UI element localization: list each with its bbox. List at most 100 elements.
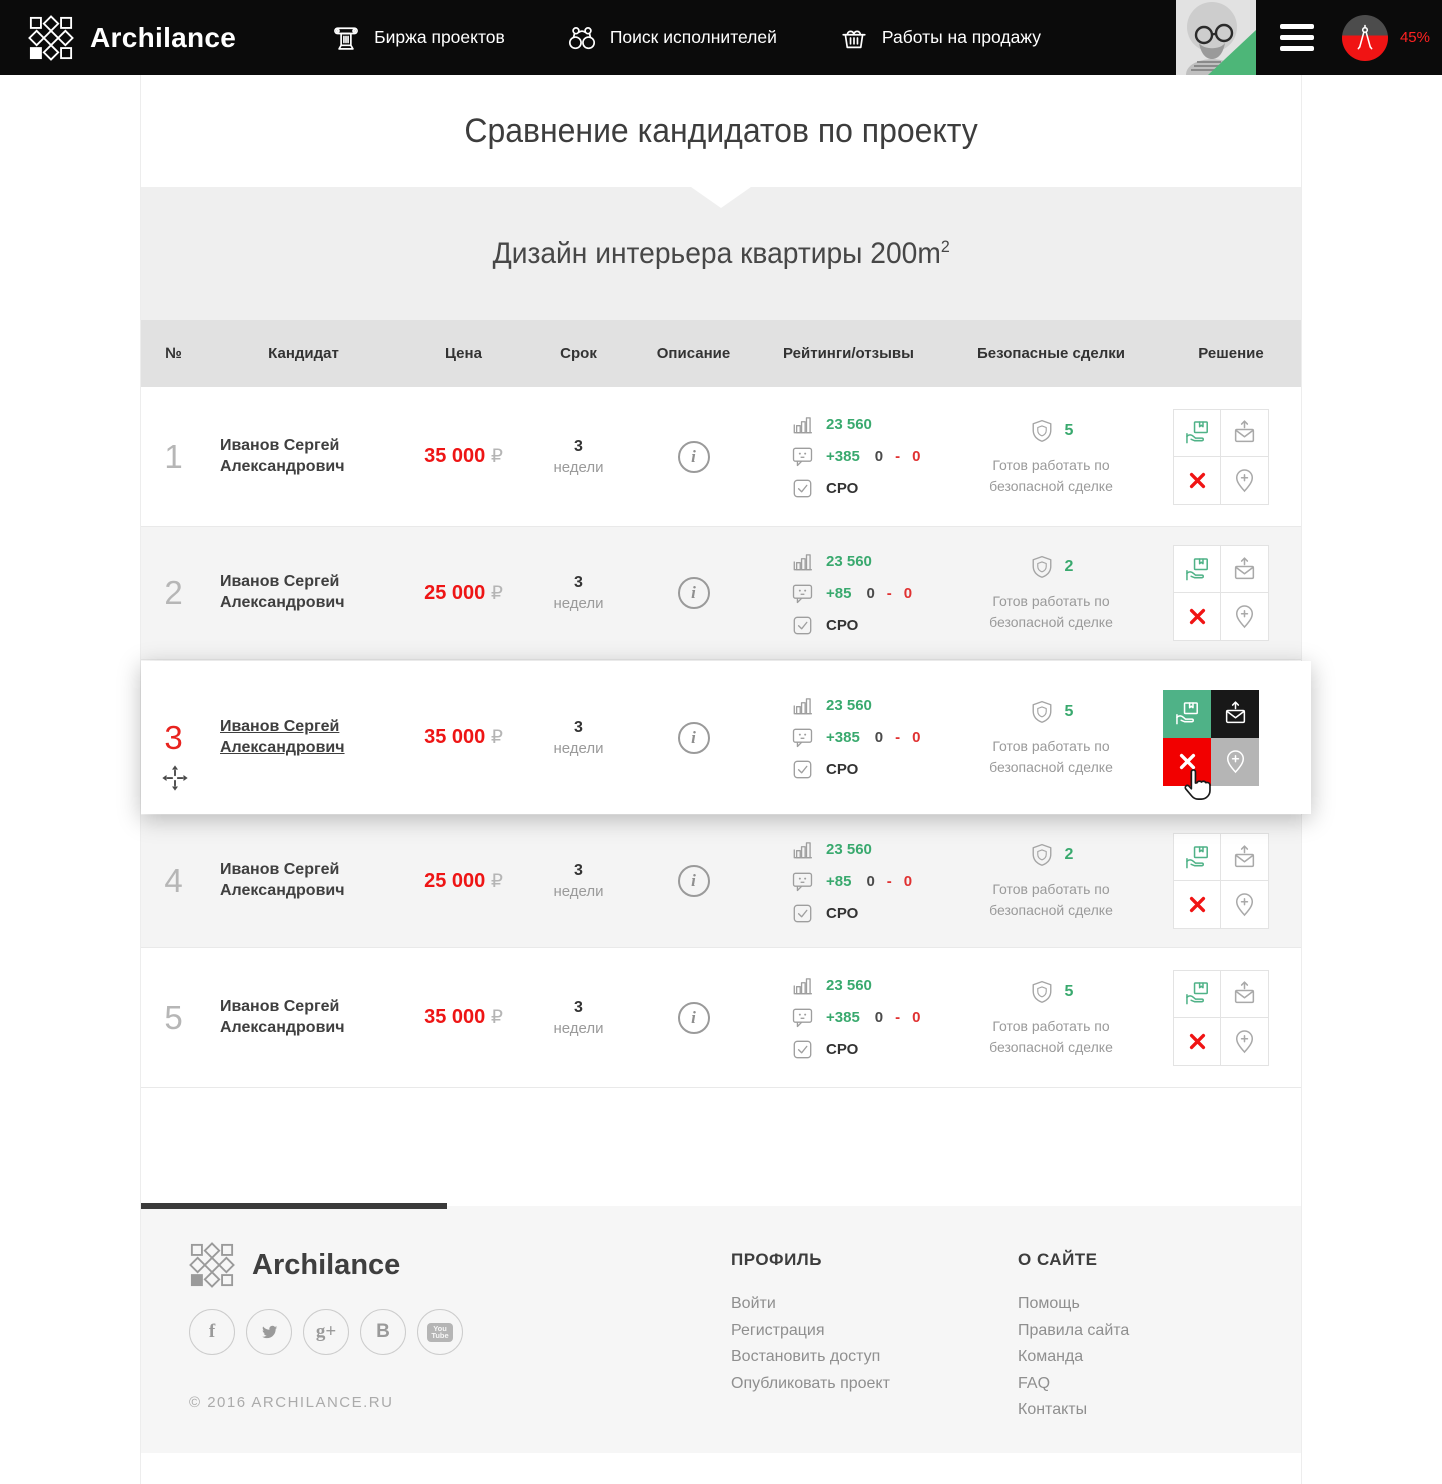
send-message-button[interactable] bbox=[1220, 970, 1269, 1018]
term: 3недели bbox=[526, 862, 631, 900]
info-icon[interactable]: i bbox=[678, 1002, 710, 1034]
copyright: © 2016 ARCHILANCE.RU bbox=[189, 1394, 393, 1411]
accept-deal-button[interactable] bbox=[1173, 409, 1221, 457]
send-message-button[interactable] bbox=[1211, 690, 1259, 738]
top-nav: Биржа проектов Поиск исполнителей Работы… bbox=[331, 23, 1081, 53]
footer-link-rules[interactable]: Правила сайта bbox=[1018, 1322, 1129, 1340]
nav-item-projects-exchange[interactable]: Биржа проектов bbox=[331, 23, 505, 53]
basket-icon bbox=[839, 23, 869, 53]
send-message-button[interactable] bbox=[1220, 545, 1269, 593]
brand[interactable]: Archilance bbox=[28, 15, 236, 61]
accept-deal-button[interactable] bbox=[1173, 833, 1221, 881]
footer-brand-name: Archilance bbox=[252, 1249, 400, 1282]
candidate-name[interactable]: Иванов Сергей Александрович bbox=[206, 572, 381, 614]
footer-column-heading: О САЙТЕ bbox=[1018, 1250, 1129, 1270]
google-plus-icon[interactable]: g+ bbox=[303, 1309, 349, 1355]
candidate-name[interactable]: Иванов Сергей Александрович bbox=[206, 436, 381, 478]
hand-box-icon bbox=[1174, 700, 1201, 727]
nav-item-find-performers[interactable]: Поиск исполнителей bbox=[567, 23, 777, 53]
safe-deals: 5 Готов работать по безопасной сделке bbox=[941, 417, 1161, 497]
shield-icon bbox=[1029, 698, 1055, 726]
nav-item-works-for-sale[interactable]: Работы на продажу bbox=[839, 23, 1041, 53]
checkbox-icon bbox=[790, 613, 815, 638]
add-location-button[interactable] bbox=[1220, 880, 1269, 929]
profile-progress[interactable]: 45% bbox=[1342, 15, 1430, 61]
banner-notch bbox=[691, 187, 751, 208]
footer-link-help[interactable]: Помощь bbox=[1018, 1295, 1129, 1313]
footer-profile-column: ПРОФИЛЬ Войти Регистрация Востановить до… bbox=[731, 1250, 890, 1401]
accept-deal-button[interactable] bbox=[1163, 690, 1211, 738]
pin-plus-icon bbox=[1231, 603, 1258, 630]
footer-link-restore-access[interactable]: Востановить доступ bbox=[731, 1348, 890, 1366]
footer-link-team[interactable]: Команда bbox=[1018, 1348, 1129, 1366]
column-header: Кандидат bbox=[206, 345, 401, 362]
reject-button[interactable] bbox=[1173, 456, 1221, 505]
ratings: 23 560 +850-0 СРО bbox=[756, 837, 941, 926]
footer-brand[interactable]: Archilance bbox=[189, 1242, 400, 1288]
reject-button[interactable] bbox=[1173, 880, 1221, 929]
envelope-up-icon bbox=[1231, 980, 1258, 1007]
column-header: Решение bbox=[1161, 345, 1301, 362]
add-location-button[interactable] bbox=[1220, 456, 1269, 505]
send-message-button[interactable] bbox=[1220, 409, 1269, 457]
pin-plus-icon bbox=[1231, 891, 1258, 918]
term: 3недели bbox=[526, 574, 631, 612]
reject-button[interactable] bbox=[1163, 738, 1211, 786]
bar-chart-icon bbox=[790, 412, 815, 437]
candidate-row-active: 3 Иванов Сергей Александрович 35 000 ₽ 3… bbox=[141, 661, 1311, 814]
term: 3недели bbox=[526, 438, 631, 476]
footer-link-login[interactable]: Войти bbox=[731, 1295, 890, 1313]
footer-column-heading: ПРОФИЛЬ bbox=[731, 1250, 890, 1270]
ratings: 23 560 +850-0 СРО bbox=[756, 549, 941, 638]
reject-button[interactable] bbox=[1173, 1017, 1221, 1066]
accept-deal-button[interactable] bbox=[1173, 545, 1221, 593]
reject-button[interactable] bbox=[1173, 592, 1221, 641]
footer-link-register[interactable]: Регистрация bbox=[731, 1322, 890, 1340]
reviews-icon bbox=[790, 444, 815, 469]
spacer bbox=[141, 1088, 1301, 1206]
checkbox-icon bbox=[790, 901, 815, 926]
info-icon[interactable]: i bbox=[678, 865, 710, 897]
bar-chart-icon bbox=[790, 549, 815, 574]
menu-icon[interactable] bbox=[1280, 24, 1314, 51]
candidate-name[interactable]: Иванов Сергей Александрович bbox=[206, 997, 381, 1039]
reviews-icon bbox=[790, 1005, 815, 1030]
x-icon bbox=[1184, 1028, 1211, 1055]
binoculars-icon bbox=[567, 23, 597, 53]
brand-name: Archilance bbox=[90, 22, 236, 54]
add-location-button[interactable] bbox=[1211, 738, 1259, 786]
add-location-button[interactable] bbox=[1220, 592, 1269, 641]
twitter-icon[interactable] bbox=[246, 1309, 292, 1355]
nav-label: Биржа проектов bbox=[374, 27, 505, 48]
candidate-name[interactable]: Иванов Сергей Александрович bbox=[206, 717, 381, 759]
candidate-name[interactable]: Иванов Сергей Александрович bbox=[206, 860, 381, 902]
price: 25 000 ₽ bbox=[401, 582, 526, 605]
nav-label: Работы на продажу bbox=[882, 27, 1041, 48]
drafting-compass-icon bbox=[1351, 24, 1379, 52]
info-icon[interactable]: i bbox=[678, 577, 710, 609]
vk-icon[interactable]: B bbox=[360, 1309, 406, 1355]
hand-box-icon bbox=[1184, 844, 1211, 871]
drag-move-icon[interactable] bbox=[160, 763, 190, 793]
project-title: Дизайн интерьера квартиры 200m2 bbox=[492, 237, 949, 271]
facebook-icon[interactable]: f bbox=[189, 1309, 235, 1355]
candidate-row: 2 Иванов Сергей Александрович 25 000 ₽ 3… bbox=[141, 527, 1301, 660]
x-icon bbox=[1184, 467, 1211, 494]
info-icon[interactable]: i bbox=[678, 722, 710, 754]
user-avatar[interactable] bbox=[1176, 0, 1256, 75]
youtube-icon[interactable]: YouTube bbox=[417, 1309, 463, 1355]
table-header: № Кандидат Цена Срок Описание Рейтинги/о… bbox=[141, 320, 1301, 387]
footer-link-contacts[interactable]: Контакты bbox=[1018, 1401, 1129, 1419]
info-icon[interactable]: i bbox=[678, 441, 710, 473]
column-header: № bbox=[141, 345, 206, 362]
bar-chart-icon bbox=[790, 973, 815, 998]
add-location-button[interactable] bbox=[1220, 1017, 1269, 1066]
term: 3недели bbox=[526, 719, 631, 757]
footer-link-publish-project[interactable]: Опубликовать проект bbox=[731, 1375, 890, 1393]
accept-deal-button[interactable] bbox=[1173, 970, 1221, 1018]
decision-buttons bbox=[1163, 690, 1259, 786]
footer-link-faq[interactable]: FAQ bbox=[1018, 1375, 1129, 1393]
progress-circle bbox=[1342, 15, 1388, 61]
send-message-button[interactable] bbox=[1220, 833, 1269, 881]
social-links: f g+ B YouTube bbox=[189, 1309, 463, 1355]
